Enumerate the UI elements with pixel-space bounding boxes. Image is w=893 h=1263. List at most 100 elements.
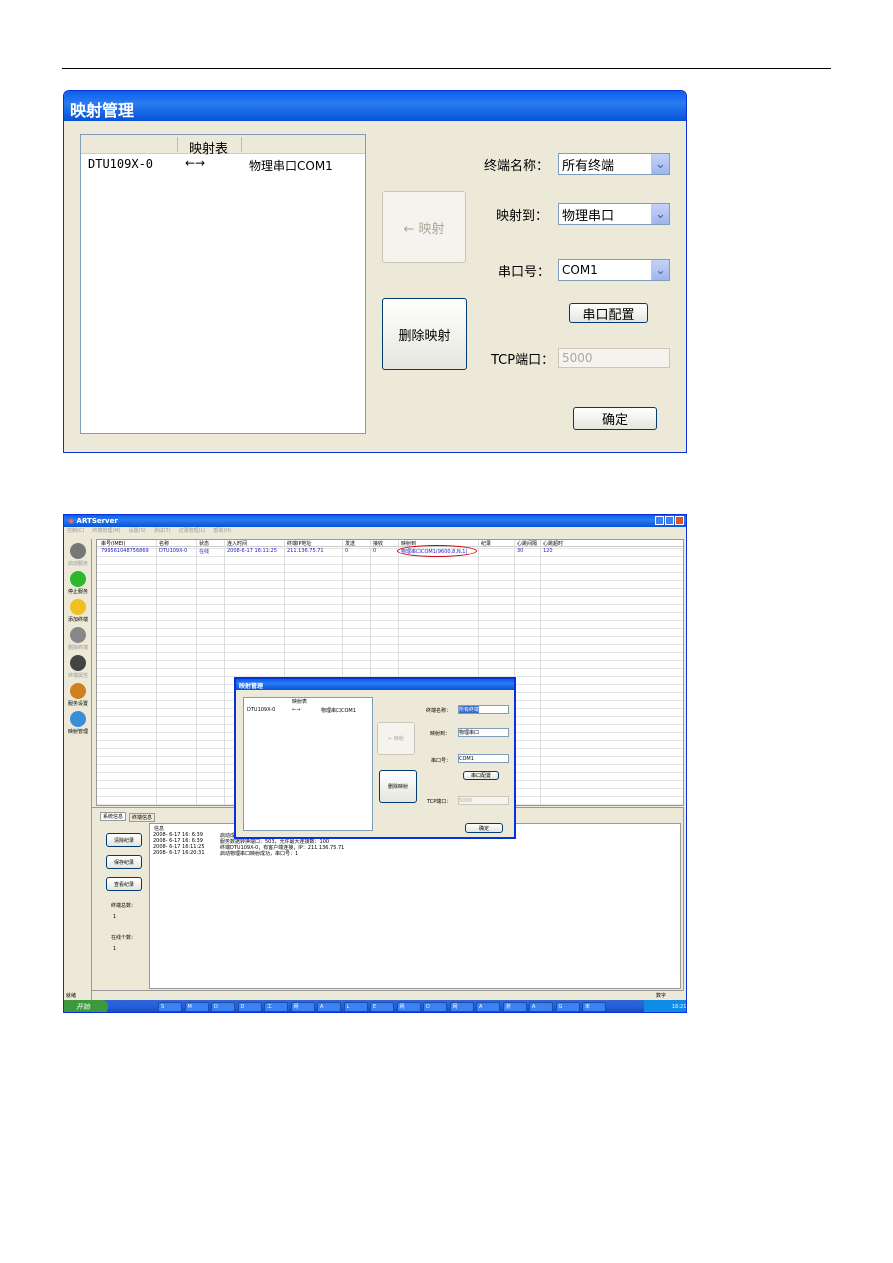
star-add-icon[interactable] xyxy=(70,599,86,615)
log-time: 2008- 6-17 16:20:31 xyxy=(153,850,205,856)
taskbar-button[interactable]: A xyxy=(476,1002,500,1012)
minimize-icon[interactable] xyxy=(655,516,664,525)
table-cell[interactable]: 120 xyxy=(543,548,553,554)
taskbar-button[interactable]: L xyxy=(343,1002,368,1012)
toolbar-label-5[interactable]: 服务设置 xyxy=(64,700,92,707)
column-divider xyxy=(540,540,541,805)
table-cell[interactable]: 799561048756869 xyxy=(101,548,149,554)
tcp-port-input[interactable]: 5000 xyxy=(458,796,509,805)
mapping-list[interactable]: 映射表 DTU109X-0 ←→ 物理串口COM1 xyxy=(80,134,366,434)
taskbar-button[interactable]: D xyxy=(211,1002,235,1012)
chevron-down-icon[interactable]: ⌄ xyxy=(651,154,669,174)
taskbar-button[interactable]: D xyxy=(237,1002,262,1012)
port-config-button[interactable]: 串口配置 xyxy=(463,771,499,780)
toolbar-label-6[interactable]: 映射管理 xyxy=(64,728,92,735)
menu-item[interactable]: 记录管理(L) xyxy=(179,527,206,537)
tab-system-info[interactable]: 系统信息 xyxy=(100,812,127,821)
taskbar-button[interactable]: A xyxy=(317,1002,341,1012)
column-header[interactable]: 接收 xyxy=(373,540,383,547)
taskbar-button[interactable]: E xyxy=(370,1002,394,1012)
column-header[interactable]: 发送 xyxy=(345,540,355,547)
chevron-down-icon[interactable]: ⌄ xyxy=(651,260,669,280)
table-cell[interactable]: 在线 xyxy=(199,548,209,555)
table-cell[interactable]: 0 xyxy=(345,548,348,554)
map-button[interactable]: ← 映射 xyxy=(382,191,466,263)
column-header[interactable]: 串号(IMEI) xyxy=(101,540,125,547)
close-icon[interactable] xyxy=(675,516,684,525)
settings-icon[interactable] xyxy=(70,683,86,699)
map-button[interactable]: ← 映射 xyxy=(377,722,415,755)
clear-log-button[interactable]: 清除纪录 xyxy=(106,833,142,847)
tab-terminal-info[interactable]: 终端信息 xyxy=(129,813,156,822)
stop-icon[interactable] xyxy=(70,571,86,587)
tcp-port-input[interactable]: 5000 xyxy=(558,348,670,368)
taskbar-button[interactable]: 工 xyxy=(264,1002,288,1012)
port-config-button[interactable]: 串口配置 xyxy=(569,303,648,323)
mapto-select[interactable]: 物理串口 xyxy=(458,728,509,737)
log-list[interactable]: 信息 2008- 6-17 16: 6:39 启动成功 2008- 6-17 16:… xyxy=(149,823,681,989)
column-header[interactable]: 终端IP地址 xyxy=(287,540,312,547)
log-message: 启动物理串口映射成功，串口号：1 xyxy=(220,851,299,857)
list-header: 映射表 xyxy=(189,142,229,157)
taskbar-button[interactable]: D xyxy=(423,1002,447,1012)
taskbar-button[interactable]: 网 xyxy=(290,1002,315,1012)
table-cell[interactable]: 211.136.75.71 xyxy=(287,548,324,554)
taskbar-button[interactable]: 网 xyxy=(449,1002,474,1012)
view-log-button[interactable]: 查看纪录 xyxy=(106,877,142,891)
port-label: 串口号： xyxy=(498,265,551,280)
toolbar-label-0: 启动服务 xyxy=(67,561,88,567)
menu-item[interactable]: 帮助(H) xyxy=(213,527,231,537)
chevron-down-icon[interactable]: ⌄ xyxy=(651,204,669,224)
mapto-label: 映射到： xyxy=(496,209,549,224)
mapping-icon[interactable] xyxy=(70,711,86,727)
annotation-ellipse-icon xyxy=(397,545,477,557)
menu-item[interactable]: 测试(T) xyxy=(154,527,171,537)
port-select[interactable]: COM1 ⌄ xyxy=(558,259,670,281)
table-cell[interactable]: 2008-6-17 16:11:25 xyxy=(227,548,277,554)
dialog-titlebar: 映射管理 xyxy=(236,679,514,690)
taskbar-button[interactable]: A xyxy=(529,1002,553,1012)
delete-mapping-button[interactable]: 删除映射 xyxy=(379,770,417,803)
ok-button[interactable]: 确定 xyxy=(573,407,657,430)
online-value: 1 xyxy=(113,946,117,952)
status-right: 数字 xyxy=(656,993,667,999)
terminal-select[interactable]: 所有终端 ⌄ xyxy=(558,153,670,175)
toolbar-label-3: 删除终端 xyxy=(67,645,88,651)
save-log-button[interactable]: 保存纪录 xyxy=(106,855,142,869)
toolbar-label-2[interactable]: 添加终端 xyxy=(64,616,92,623)
mapping-list[interactable]: 映射表 DTU109X-0 ←→ 物理串口COM1 xyxy=(243,697,373,831)
column-header[interactable]: 状态 xyxy=(199,540,209,547)
column-header[interactable]: 名称 xyxy=(159,540,169,547)
list-item-terminal[interactable]: DTU109X-0 xyxy=(247,707,275,713)
column-header[interactable]: 心跳超时 xyxy=(543,540,563,547)
mapto-select[interactable]: 物理串口 ⌄ xyxy=(558,203,670,225)
log-header: 信息 xyxy=(154,826,165,832)
taskbar-button[interactable]: 未 xyxy=(582,1002,606,1012)
maximize-icon[interactable] xyxy=(665,516,674,525)
column-divider xyxy=(224,540,225,805)
table-cell[interactable]: 30 xyxy=(517,548,523,554)
port-select[interactable]: COM1 xyxy=(458,754,509,763)
column-header[interactable]: 连入时间 xyxy=(227,540,247,547)
header-rule xyxy=(62,68,831,69)
taskbar-button[interactable]: 测 xyxy=(502,1002,527,1012)
terminal-label: 终端名称： xyxy=(484,159,550,174)
terminal-select[interactable]: 所有终端 xyxy=(458,705,509,714)
list-item-terminal[interactable]: DTU109X-0 xyxy=(88,157,153,171)
start-button[interactable]: 开始 xyxy=(64,1000,108,1012)
menu-item[interactable]: 终端管理(M) xyxy=(92,527,120,537)
taskbar: 开始 16:21 SMDD工网ALE网D网A测AG未 xyxy=(64,1000,686,1012)
table-cell[interactable]: DTU109X-0 xyxy=(159,548,187,554)
taskbar-button[interactable]: G xyxy=(555,1002,580,1012)
taskbar-button[interactable]: 网 xyxy=(396,1002,421,1012)
toolbar-label-1[interactable]: 停止服务 xyxy=(64,588,92,595)
menu-item[interactable]: 控制(C) xyxy=(67,527,84,537)
taskbar-button[interactable]: M xyxy=(184,1002,209,1012)
ok-button[interactable]: 确定 xyxy=(465,823,503,833)
column-header[interactable]: 纪录 xyxy=(481,540,491,547)
taskbar-button[interactable]: S xyxy=(158,1002,182,1012)
delete-mapping-button[interactable]: 删除映射 xyxy=(382,298,467,370)
table-cell[interactable]: 0 xyxy=(373,548,376,554)
menu-item[interactable]: 设置(S) xyxy=(129,527,146,537)
column-header[interactable]: 心跳间隔 xyxy=(517,540,537,547)
